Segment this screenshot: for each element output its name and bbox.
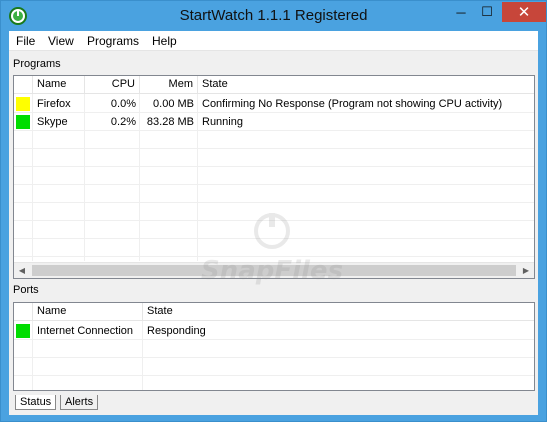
tab-status[interactable]: Status bbox=[15, 395, 57, 410]
minimize-button[interactable]: ─ bbox=[448, 2, 474, 22]
program-name: Skype bbox=[37, 116, 68, 128]
grid-line bbox=[14, 375, 534, 376]
grid-line bbox=[14, 202, 534, 203]
ports-list-header: Name State bbox=[14, 303, 534, 321]
menu-view[interactable]: View bbox=[48, 34, 74, 48]
status-indicator bbox=[16, 115, 30, 129]
program-state: Confirming No Response (Program not show… bbox=[202, 98, 503, 110]
scroll-right-arrow-icon[interactable]: ▶ bbox=[518, 263, 534, 278]
column-header-name[interactable]: Name bbox=[33, 76, 85, 94]
grid-line bbox=[14, 148, 534, 149]
program-cpu: 0.0% bbox=[110, 98, 136, 110]
status-column-header[interactable] bbox=[14, 303, 33, 321]
program-state: Running bbox=[202, 116, 243, 128]
program-cpu: 0.2% bbox=[110, 116, 136, 128]
tab-alerts[interactable]: Alerts bbox=[60, 395, 99, 410]
scroll-left-arrow-icon[interactable]: ◀ bbox=[14, 263, 30, 278]
status-indicator bbox=[16, 324, 30, 338]
grid-line bbox=[14, 357, 534, 358]
menu-file[interactable]: File bbox=[16, 34, 35, 48]
port-name: Internet Connection bbox=[37, 325, 134, 337]
app-window: StartWatch 1.1.1 Registered ─ ☐ ✕ File V… bbox=[0, 0, 547, 422]
ports-section-label: Ports bbox=[13, 284, 39, 296]
programs-section-label: Programs bbox=[13, 58, 61, 70]
title-bar[interactable]: StartWatch 1.1.1 Registered ─ ☐ ✕ bbox=[1, 1, 546, 31]
grid-line bbox=[14, 184, 534, 185]
menu-help[interactable]: Help bbox=[152, 34, 177, 48]
column-header-state[interactable]: State bbox=[198, 76, 534, 94]
port-state: Responding bbox=[147, 325, 206, 337]
snapfiles-watermark-logo: SnapFiles bbox=[201, 213, 343, 286]
column-header-mem[interactable]: Mem bbox=[140, 76, 198, 94]
column-header-cpu[interactable]: CPU bbox=[85, 76, 140, 94]
ports-list[interactable]: Name State Internet Connection Respondin… bbox=[13, 302, 535, 391]
port-row-internet-connection[interactable]: Internet Connection Responding bbox=[14, 322, 534, 340]
maximize-button[interactable]: ☐ bbox=[474, 2, 500, 22]
program-row-skype[interactable]: Skype 0.2% 83.28 MB Running bbox=[14, 113, 534, 131]
program-name: Firefox bbox=[37, 98, 71, 110]
column-header-state[interactable]: State bbox=[143, 303, 534, 321]
svg-text:SnapFiles: SnapFiles bbox=[201, 256, 343, 286]
menu-bar: File View Programs Help bbox=[9, 31, 538, 51]
programs-list-header: Name CPU Mem State bbox=[14, 76, 534, 94]
status-column-header[interactable] bbox=[14, 76, 33, 94]
grid-line bbox=[14, 166, 534, 167]
client-area: File View Programs Help Programs Name CP… bbox=[9, 31, 538, 415]
column-header-name[interactable]: Name bbox=[33, 303, 143, 321]
program-mem: 83.28 MB bbox=[146, 116, 194, 128]
close-button[interactable]: ✕ bbox=[502, 2, 546, 22]
status-indicator bbox=[16, 97, 30, 111]
menu-programs[interactable]: Programs bbox=[87, 34, 139, 48]
program-row-firefox[interactable]: Firefox 0.0% 0.00 MB Confirming No Respo… bbox=[14, 95, 534, 113]
program-mem: 0.00 MB bbox=[153, 98, 194, 110]
